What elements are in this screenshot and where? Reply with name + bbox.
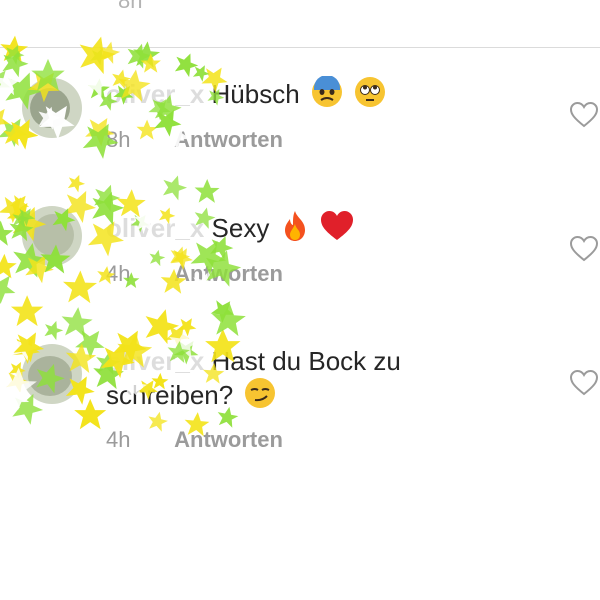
fire-emoji	[281, 210, 309, 250]
sparkle-star	[0, 68, 22, 96]
sparkle-star	[1, 123, 26, 147]
comment-time: 4h	[106, 427, 131, 452]
avatar[interactable]	[22, 344, 82, 404]
like-heart-icon[interactable]	[570, 236, 598, 262]
avatar[interactable]	[22, 78, 82, 138]
comment-meta: 4h Antworten	[106, 427, 283, 453]
comment-message-line1: Hast du Bock zu	[211, 346, 401, 376]
comment-text: oliver_x Hast du Bock zu	[106, 344, 401, 378]
comment-text-line2: schreiben?	[106, 377, 276, 417]
sparkle-star	[171, 49, 202, 79]
anxious-face-emoji	[311, 75, 343, 116]
smirk-emoji	[244, 377, 276, 417]
sparkle-star	[59, 305, 94, 339]
sparkle-star	[73, 31, 120, 76]
eye-roll-emoji	[354, 76, 386, 116]
comment-time: 4h	[106, 261, 131, 286]
sparkle-star	[87, 44, 110, 67]
sparkle-star	[41, 317, 66, 342]
sparkle-star	[140, 53, 161, 73]
comment-text: oliver_x Sexy	[106, 210, 354, 250]
sparkle-star	[123, 40, 154, 70]
sparkle-star	[131, 39, 162, 69]
sparkle-star	[62, 269, 98, 304]
divider	[0, 47, 600, 48]
sparkle-star	[10, 295, 44, 327]
sparkle-star	[174, 313, 200, 339]
comment-meta: 4h Antworten	[106, 261, 283, 287]
comment-username[interactable]: oliver_x	[106, 344, 204, 378]
sparkle-star	[15, 156, 63, 203]
sparkle-star	[74, 398, 107, 430]
sparkle-star	[0, 219, 14, 246]
sparkle-star	[89, 180, 124, 213]
previous-comment-time: 8h	[118, 0, 143, 13]
sparkle-star	[207, 294, 240, 326]
comment-message-line2: schreiben?	[106, 379, 234, 410]
sparkle-star	[0, 34, 29, 64]
reply-button[interactable]: Antworten	[174, 427, 283, 452]
sparkle-star	[7, 189, 34, 216]
sparkle-star	[65, 171, 88, 194]
comment-username[interactable]: oliver_x	[106, 211, 204, 245]
sparkle-star	[0, 320, 11, 342]
reply-button[interactable]: Antworten	[174, 127, 283, 152]
like-heart-icon[interactable]	[570, 102, 598, 128]
comment-message: Sexy	[211, 212, 270, 243]
sparkle-star	[139, 304, 183, 346]
red-heart-emoji	[320, 210, 354, 250]
comment-message: Hübsch	[211, 78, 300, 109]
sparkle-star	[0, 45, 32, 79]
sparkle-star	[158, 171, 190, 202]
comments-screen: 8h oliver_x Hübsch 8h Antworten oliver_x…	[0, 0, 600, 600]
comment-meta: 8h Antworten	[106, 127, 283, 153]
comment-text: oliver_x Hübsch	[106, 75, 386, 116]
sparkle-star	[0, 266, 22, 308]
sparkle-star	[71, 322, 111, 362]
sparkle-star	[1, 40, 28, 67]
sparkle-star	[0, 101, 16, 137]
like-heart-icon[interactable]	[570, 370, 598, 396]
sparkle-star	[95, 38, 123, 65]
comment-username[interactable]: oliver_x	[106, 77, 204, 111]
sparkle-star	[0, 61, 17, 101]
avatar[interactable]	[22, 206, 82, 266]
sparkle-star	[194, 178, 220, 203]
sparkle-star	[0, 253, 18, 279]
comment-time: 8h	[106, 127, 131, 152]
reply-button[interactable]: Antworten	[174, 261, 283, 286]
sparkle-star	[210, 301, 247, 337]
